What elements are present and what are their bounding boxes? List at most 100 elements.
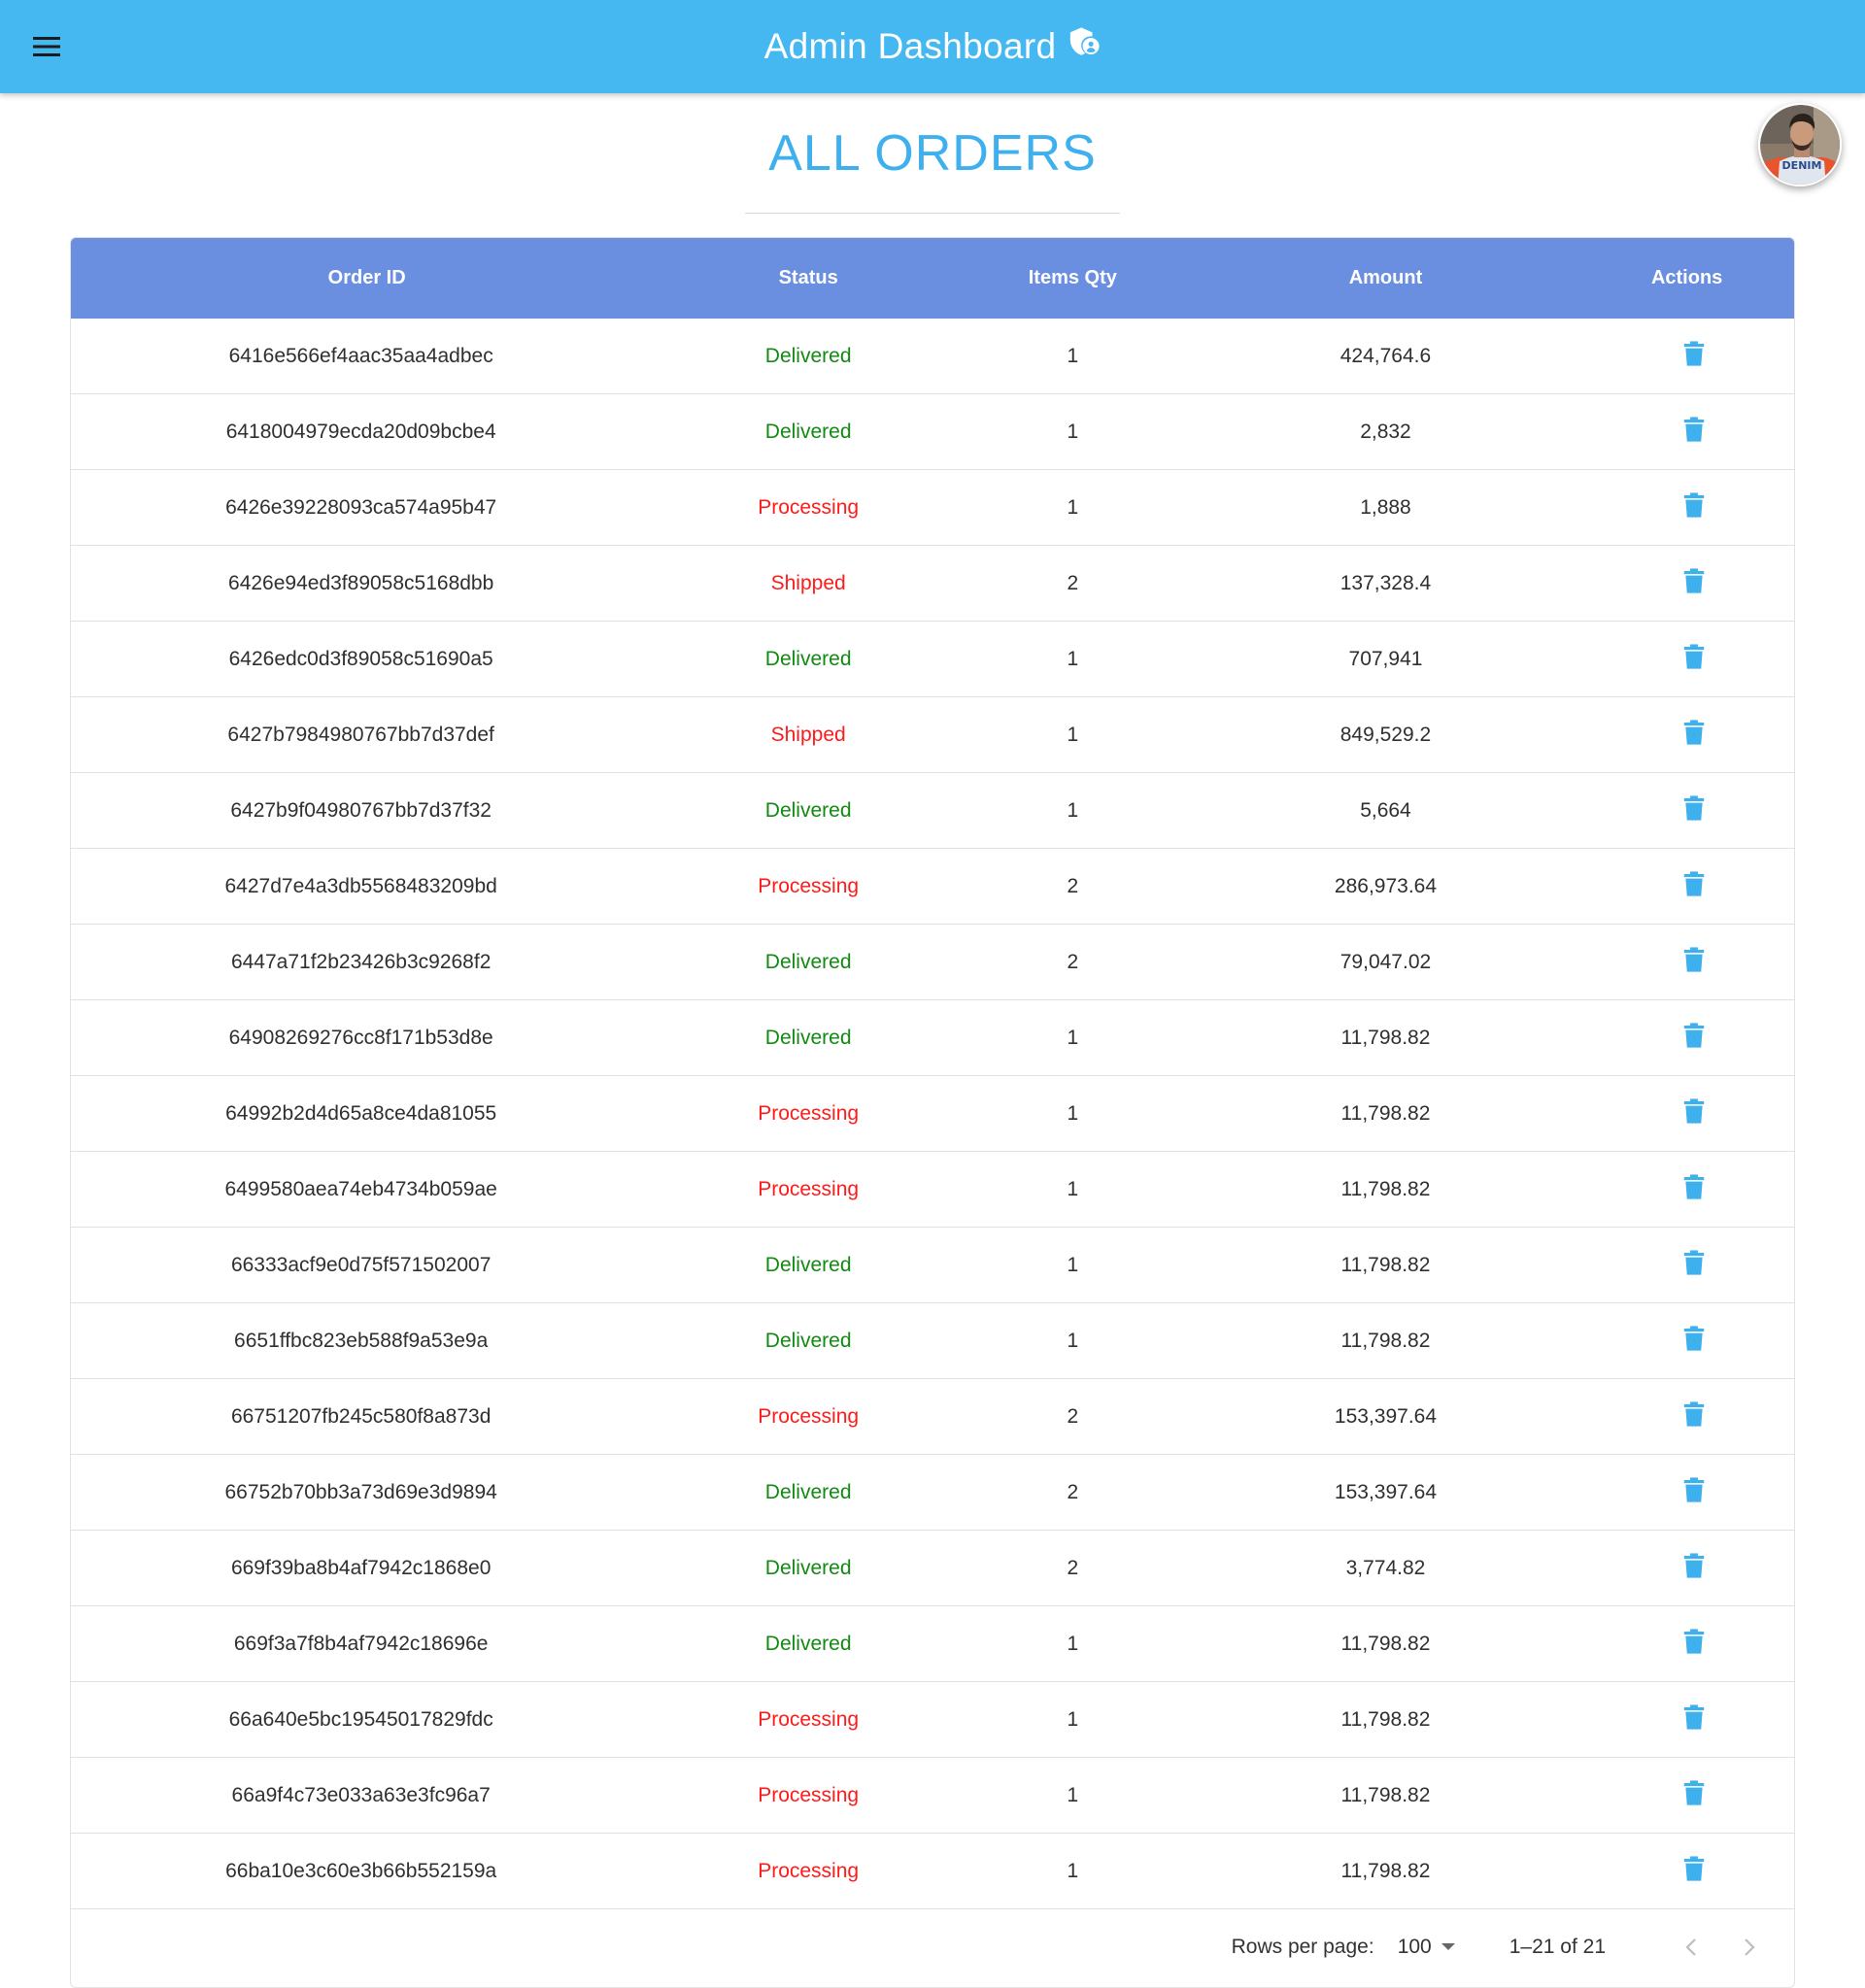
column-header-amount[interactable]: Amount [1192,267,1580,289]
delete-trash-icon[interactable] [1683,946,1711,978]
amount-cell: 1,888 [1360,495,1411,519]
column-header-status[interactable]: Status [662,267,954,289]
app-title: Admin Dashboard [763,26,1057,66]
delete-trash-icon[interactable] [1683,643,1711,675]
rows-per-page-select[interactable]: 100 [1398,1936,1455,1959]
status-cell: Delivered [764,1480,852,1503]
table-row[interactable]: 6427b7984980767bb7d37def Shipped 1 849,529.… [71,697,1794,773]
items-qty-cell: 1 [1067,1177,1079,1200]
status-cell: Shipped [770,571,846,594]
table-row[interactable]: 64992b2d4d65a8ce4da81055 Processing 1 11,79… [71,1076,1794,1152]
orders-table: Order ID Status Items Qty Amount Actions… [70,237,1795,1988]
amount-cell: 153,397.64 [1334,1404,1438,1428]
items-qty-cell: 1 [1067,1707,1079,1731]
table-row[interactable]: 6416e566ef4aac35aa4adbec Delivered 1 424,76… [71,319,1794,394]
table-row[interactable]: 6418004979ecda20d09bcbe4 Delivered 1 2,832 [71,394,1794,470]
amount-cell: 286,973.64 [1334,874,1438,897]
delete-trash-icon[interactable] [1683,719,1711,751]
delete-trash-icon[interactable] [1683,1779,1711,1811]
menu-button[interactable] [23,23,70,70]
delete-trash-icon[interactable] [1683,1476,1711,1508]
table-row[interactable]: 6426e94ed3f89058c5168dbb Shipped 2 137,328.… [71,546,1794,622]
delete-trash-icon[interactable] [1683,1855,1711,1887]
actions-cell [1579,1173,1794,1205]
order-id-cell: 66ba10e3c60e3b66b552159a [225,1859,497,1882]
items-qty-cell: 1 [1067,723,1079,746]
amount-cell: 137,328.4 [1339,571,1432,594]
delete-trash-icon[interactable] [1683,1173,1711,1205]
column-header-actions[interactable]: Actions [1579,267,1794,289]
amount-cell: 11,798.82 [1340,1026,1431,1049]
table-row[interactable]: 6426e39228093ca574a95b47 Processing 1 1,888 [71,470,1794,546]
actions-cell [1579,870,1794,902]
items-qty-cell: 1 [1067,1026,1079,1049]
items-qty-cell: 2 [1067,1404,1079,1428]
order-id-cell: 66a9f4c73e033a63e3fc96a7 [231,1783,491,1806]
delete-trash-icon[interactable] [1683,1249,1711,1281]
items-qty-cell: 2 [1067,1556,1079,1579]
delete-trash-icon[interactable] [1683,870,1711,902]
status-cell: Processing [758,1783,860,1806]
column-header-items-qty[interactable]: Items Qty [954,267,1192,289]
table-row[interactable]: 669f3a7f8b4af7942c18696e Delivered 1 11,798… [71,1606,1794,1682]
amount-cell: 11,798.82 [1340,1783,1431,1806]
table-row[interactable]: 6651ffbc823eb588f9a53e9a Delivered 1 11,798… [71,1303,1794,1379]
status-cell: Processing [758,495,860,519]
items-qty-cell: 1 [1067,344,1079,367]
actions-cell [1579,946,1794,978]
order-id-cell: 6426e39228093ca574a95b47 [225,495,497,519]
delete-trash-icon[interactable] [1683,1325,1711,1357]
table-row[interactable]: 6499580aea74eb4734b059ae Processing 1 11,79… [71,1152,1794,1228]
table-row[interactable]: 66751207fb245c580f8a873d Processing 2 153,3… [71,1379,1794,1455]
actions-cell [1579,1022,1794,1054]
table-row[interactable]: 64908269276cc8f171b53d8e Delivered 1 11,798… [71,1000,1794,1076]
table-row[interactable]: 66752b70bb3a73d69e3d9894 Delivered 2 153,39… [71,1455,1794,1531]
order-id-cell: 66751207fb245c580f8a873d [230,1404,492,1428]
order-id-cell: 64992b2d4d65a8ce4da81055 [225,1101,497,1125]
chevron-left-icon [1685,1938,1696,1956]
delete-trash-icon[interactable] [1683,794,1711,826]
delete-trash-icon[interactable] [1683,1703,1711,1735]
app-bar: Admin Dashboard [0,0,1865,93]
delete-trash-icon[interactable] [1683,340,1711,372]
actions-cell [1579,794,1794,826]
status-cell: Delivered [764,1556,852,1579]
admin-shield-icon [1070,27,1100,55]
delete-trash-icon[interactable] [1683,1022,1711,1054]
table-row[interactable]: 66333acf9e0d75f571502007 Delivered 1 11,798… [71,1228,1794,1303]
delete-trash-icon[interactable] [1683,567,1711,599]
page-title: ALL ORDERS [768,125,1097,182]
status-cell: Processing [758,874,860,897]
previous-page-button[interactable] [1668,1924,1714,1971]
column-header-order-id[interactable]: Order ID [71,267,662,289]
shirt-print: DENIM [1782,159,1822,172]
order-id-cell: 6427b9f04980767bb7d37f32 [230,798,492,822]
delete-trash-icon[interactable] [1683,491,1711,523]
amount-cell: 11,798.82 [1340,1101,1431,1125]
order-id-cell: 66a640e5bc19545017829fdc [228,1707,493,1731]
table-row[interactable]: 66a640e5bc19545017829fdc Processing 1 11,79… [71,1682,1794,1758]
items-qty-cell: 1 [1067,1253,1079,1276]
table-row[interactable]: 6447a71f2b23426b3c9268f2 Delivered 2 79,047… [71,925,1794,1000]
table-row[interactable]: 6427d7e4a3db5568483209bd Processing 2 286,9… [71,849,1794,925]
avatar[interactable]: DENIM [1758,103,1842,186]
rows-per-page-value: 100 [1397,1936,1432,1958]
delete-trash-icon[interactable] [1683,1628,1711,1660]
next-page-button[interactable] [1726,1924,1773,1971]
status-cell: Processing [758,1707,860,1731]
amount-cell: 707,941 [1348,647,1423,670]
delete-trash-icon[interactable] [1683,1552,1711,1584]
rows-per-page-label: Rows per page: [1231,1936,1374,1958]
pagination: Rows per page: 100 1–21 of 21 [71,1909,1794,1985]
delete-trash-icon[interactable] [1683,1400,1711,1432]
table-row[interactable]: 6427b9f04980767bb7d37f32 Delivered 1 5,664 [71,773,1794,849]
table-row[interactable]: 66a9f4c73e033a63e3fc96a7 Processing 1 11,79… [71,1758,1794,1834]
actions-cell [1579,340,1794,372]
order-id-cell: 6651ffbc823eb588f9a53e9a [234,1329,489,1352]
user-photo-image: DENIM [1760,105,1840,185]
table-row[interactable]: 6426edc0d3f89058c51690a5 Delivered 1 707,94… [71,622,1794,697]
table-row[interactable]: 669f39ba8b4af7942c1868e0 Delivered 2 3,774.… [71,1531,1794,1606]
table-row[interactable]: 66ba10e3c60e3b66b552159a Processing 1 11,79… [71,1834,1794,1909]
delete-trash-icon[interactable] [1683,1097,1711,1129]
delete-trash-icon[interactable] [1683,416,1711,448]
